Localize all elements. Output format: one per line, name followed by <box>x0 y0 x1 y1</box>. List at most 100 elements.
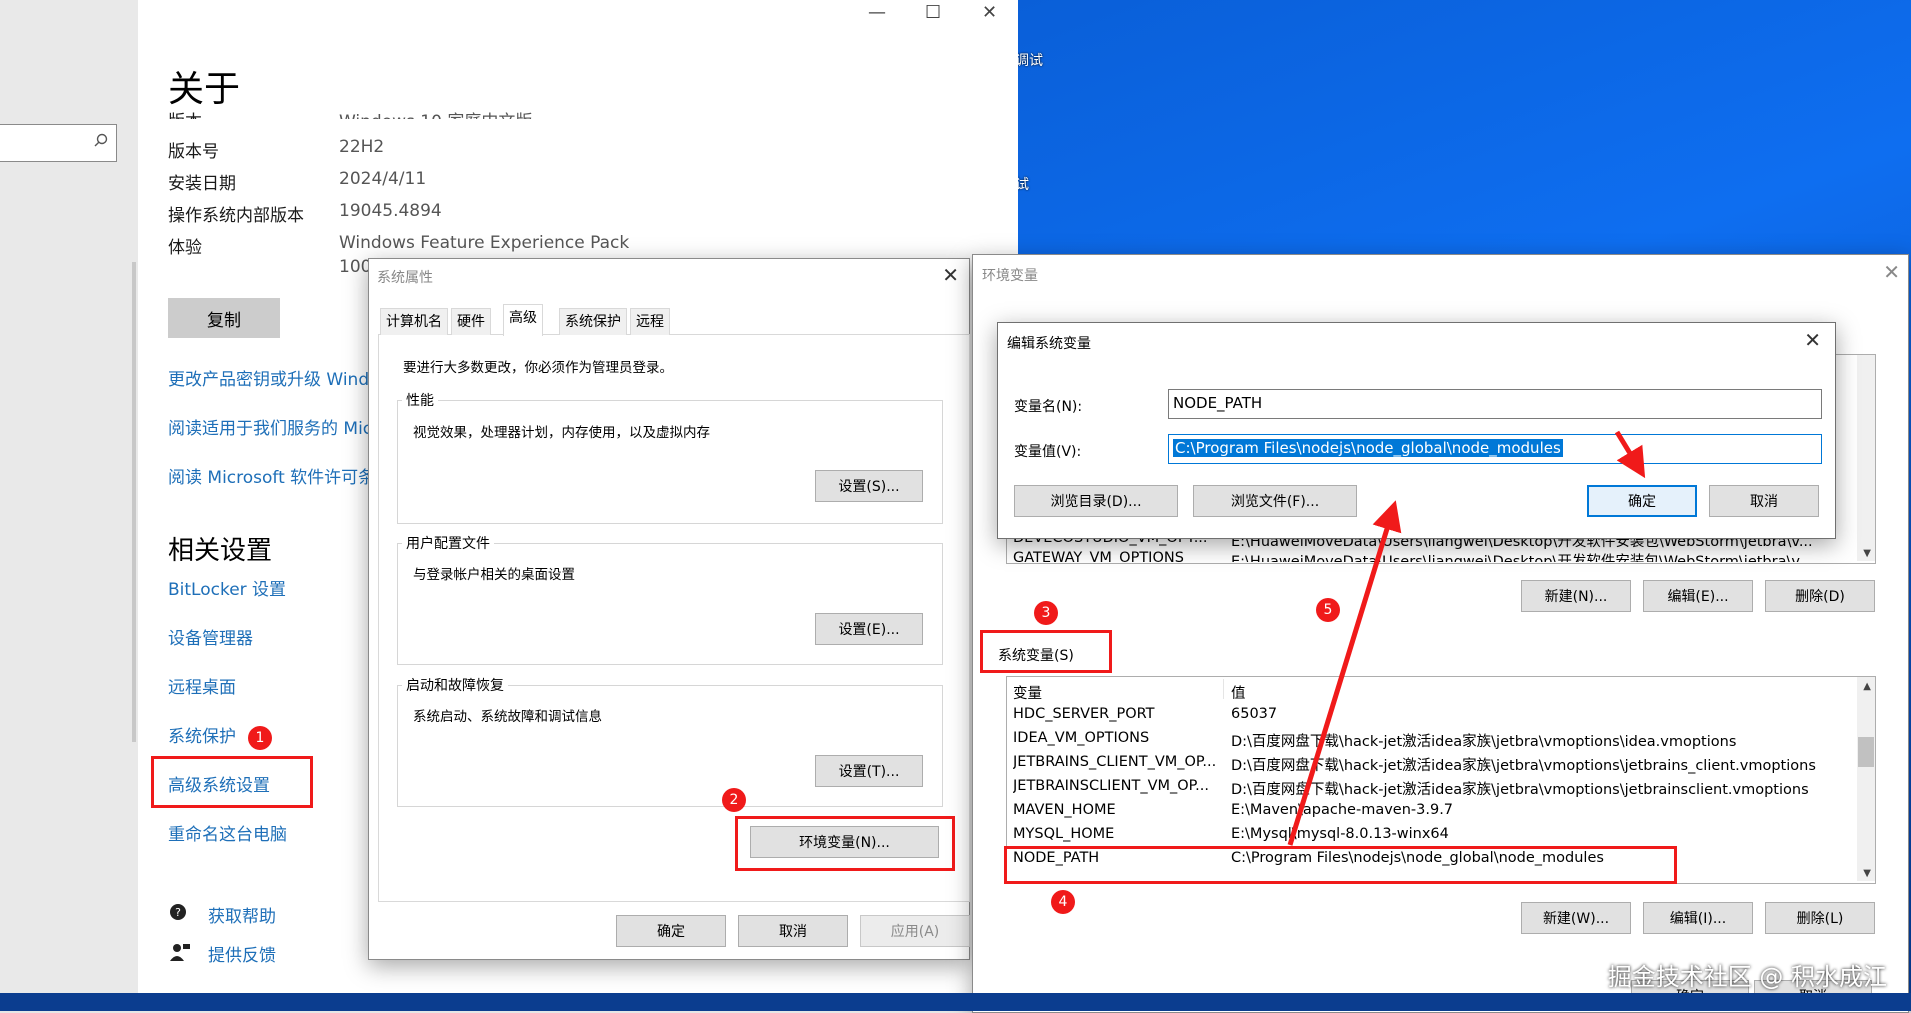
close-icon[interactable]: ✕ <box>982 2 997 23</box>
spec-label: 体验 <box>168 238 202 258</box>
browse-file-button[interactable]: 浏览文件(F)... <box>1193 485 1357 517</box>
page-title: 关于 <box>168 69 241 110</box>
bitlocker-link[interactable]: BitLocker 设置 <box>168 575 286 600</box>
spec-value: 19045.4894 <box>339 201 442 221</box>
settings-search-input[interactable] <box>0 124 117 162</box>
group-description: 与登录帐户相关的桌面设置 <box>413 567 575 583</box>
system-var-name[interactable]: JETBRAINSCLIENT_VM_OP... <box>1013 778 1223 794</box>
nav-scrollbar[interactable] <box>132 262 136 742</box>
startup-recovery-settings-button[interactable]: 设置(T)... <box>815 755 923 787</box>
system-var-name[interactable]: IDEA_VM_OPTIONS <box>1013 730 1223 746</box>
scrollbar[interactable] <box>1857 355 1875 561</box>
tab-advanced[interactable]: 高级 <box>503 304 543 336</box>
system-var-value[interactable]: 65037 <box>1231 706 1851 722</box>
spec-label: 版本 <box>168 107 202 119</box>
scrollbar[interactable] <box>1857 677 1875 881</box>
performance-settings-button[interactable]: 设置(S)... <box>815 470 923 502</box>
spec-label: 安装日期 <box>168 174 236 194</box>
edit-ok-button[interactable]: 确定 <box>1587 485 1697 517</box>
column-divider <box>1223 679 1224 699</box>
taskbar <box>0 993 1911 1011</box>
group-description: 视觉效果，处理器计划，内存使用，以及虚拟内存 <box>413 425 710 441</box>
startup-recovery-group <box>397 685 943 807</box>
chevron-up-icon[interactable]: ▲ <box>1863 681 1871 692</box>
system-var-value[interactable]: D:\百度网盘下载\hack-jet激活idea家族\jetbra\vmopti… <box>1231 778 1851 799</box>
user-var-value[interactable]: E:\HuaweiMoveData\Users\liangwei\Desktop… <box>1231 550 1831 562</box>
tab-hardware[interactable]: 硬件 <box>451 308 491 335</box>
spec-value: Windows 10 家庭中文版 <box>339 107 532 119</box>
help-icon: ? <box>170 904 186 920</box>
system-var-name[interactable]: JETBRAINS_CLIENT_VM_OP... <box>1013 754 1223 770</box>
desktop-icon-label[interactable]: 调试 <box>1015 50 1043 70</box>
annotation-badge-4: 4 <box>1051 890 1075 914</box>
annotation-badge-3: 3 <box>1034 601 1058 625</box>
tab-remote[interactable]: 远程 <box>630 308 670 335</box>
annotation-badge-5: 5 <box>1316 598 1340 622</box>
rename-pc-link[interactable]: 重命名这台电脑 <box>168 820 287 845</box>
selected-text: C:\Program Files\nodejs\node_global\node… <box>1173 439 1563 457</box>
device-manager-link[interactable]: 设备管理器 <box>168 624 253 649</box>
svg-text:?: ? <box>175 906 181 919</box>
ok-button[interactable]: 确定 <box>616 915 726 947</box>
user-profiles-group <box>397 543 943 665</box>
admin-note: 要进行大多数更改，你必须作为管理员登录。 <box>403 360 673 376</box>
system-new-button[interactable]: 新建(W)... <box>1521 902 1631 934</box>
user-var-name[interactable]: GATEWAY_VM_OPTIONS <box>1013 550 1223 562</box>
group-description: 系统启动、系统故障和调试信息 <box>413 709 602 725</box>
user-delete-button[interactable]: 删除(D) <box>1765 580 1875 612</box>
system-var-value[interactable]: E:\Maven\apache-maven-3.9.7 <box>1231 802 1851 818</box>
system-var-name[interactable]: MAVEN_HOME <box>1013 802 1223 818</box>
annotation-box-4 <box>1004 846 1677 884</box>
annotation-box-3 <box>980 630 1112 673</box>
column-header-variable[interactable]: 变量 <box>1013 682 1223 703</box>
close-icon[interactable]: ✕ <box>942 263 959 287</box>
annotation-box-1 <box>151 756 313 808</box>
spec-value: Windows Feature Experience Pack <box>339 233 630 253</box>
minimize-icon[interactable]: — <box>868 2 886 23</box>
variable-name-input[interactable]: NODE_PATH <box>1168 389 1822 419</box>
close-icon[interactable]: ✕ <box>1804 328 1821 352</box>
variable-name-label: 变量名(N): <box>1014 399 1083 415</box>
variable-value-input[interactable]: C:\Program Files\nodejs\node_global\node… <box>1168 434 1822 464</box>
copy-button[interactable]: 复制 <box>168 298 280 338</box>
related-settings-title: 相关设置 <box>168 536 273 566</box>
edit-cancel-button[interactable]: 取消 <box>1709 485 1819 517</box>
license-terms-link[interactable]: 阅读 Microsoft 软件许可条款 <box>168 463 392 488</box>
browse-directory-button[interactable]: 浏览目录(D)... <box>1014 485 1178 517</box>
system-var-value[interactable]: E:\Mysql\mysql-8.0.13-winx64 <box>1231 826 1851 842</box>
system-edit-button[interactable]: 编辑(I)... <box>1643 902 1753 934</box>
dialog-title: 编辑系统变量 <box>1007 336 1091 352</box>
apply-button[interactable]: 应用(A) <box>860 915 970 947</box>
tab-computer-name[interactable]: 计算机名 <box>380 308 448 335</box>
chevron-down-icon[interactable]: ▼ <box>1863 548 1871 559</box>
cancel-button[interactable]: 取消 <box>738 915 848 947</box>
close-icon[interactable]: ✕ <box>1883 260 1900 284</box>
annotation-badge-1: 1 <box>248 726 272 750</box>
get-help-link[interactable]: 获取帮助 <box>208 902 276 927</box>
user-edit-button[interactable]: 编辑(E)... <box>1643 580 1753 612</box>
user-new-button[interactable]: 新建(N)... <box>1521 580 1631 612</box>
system-protection-link[interactable]: 系统保护 <box>168 722 236 747</box>
annotation-badge-2: 2 <box>722 788 746 812</box>
feedback-icon <box>170 944 190 961</box>
column-header-value[interactable]: 值 <box>1231 682 1531 703</box>
system-var-name[interactable]: MYSQL_HOME <box>1013 826 1223 842</box>
scrollbar-thumb[interactable] <box>1858 737 1874 767</box>
chevron-down-icon[interactable]: ▼ <box>1863 868 1871 879</box>
edit-system-variable-dialog: 编辑系统变量 ✕ 变量名(N): NODE_PATH 变量值(V): C:\Pr… <box>997 322 1836 539</box>
dialog-title: 环境变量 <box>982 268 1038 284</box>
system-var-name[interactable]: HDC_SERVER_PORT <box>1013 706 1223 722</box>
performance-group <box>397 400 943 524</box>
feedback-link[interactable]: 提供反馈 <box>208 941 276 966</box>
group-title: 启动和故障恢复 <box>402 675 508 695</box>
user-profiles-settings-button[interactable]: 设置(E)... <box>815 613 923 645</box>
system-var-value[interactable]: D:\百度网盘下载\hack-jet激活idea家族\jetbra\vmopti… <box>1231 730 1851 751</box>
maximize-icon[interactable]: ☐ <box>925 2 941 23</box>
group-title: 性能 <box>402 390 438 410</box>
system-var-value[interactable]: D:\百度网盘下载\hack-jet激活idea家族\jetbra\vmopti… <box>1231 754 1851 775</box>
tab-system-protection[interactable]: 系统保护 <box>559 308 627 335</box>
system-delete-button[interactable]: 删除(L) <box>1765 902 1875 934</box>
remote-desktop-link[interactable]: 远程桌面 <box>168 673 236 698</box>
variable-value-label: 变量值(V): <box>1014 444 1082 460</box>
dialog-title: 系统属性 <box>377 270 433 286</box>
